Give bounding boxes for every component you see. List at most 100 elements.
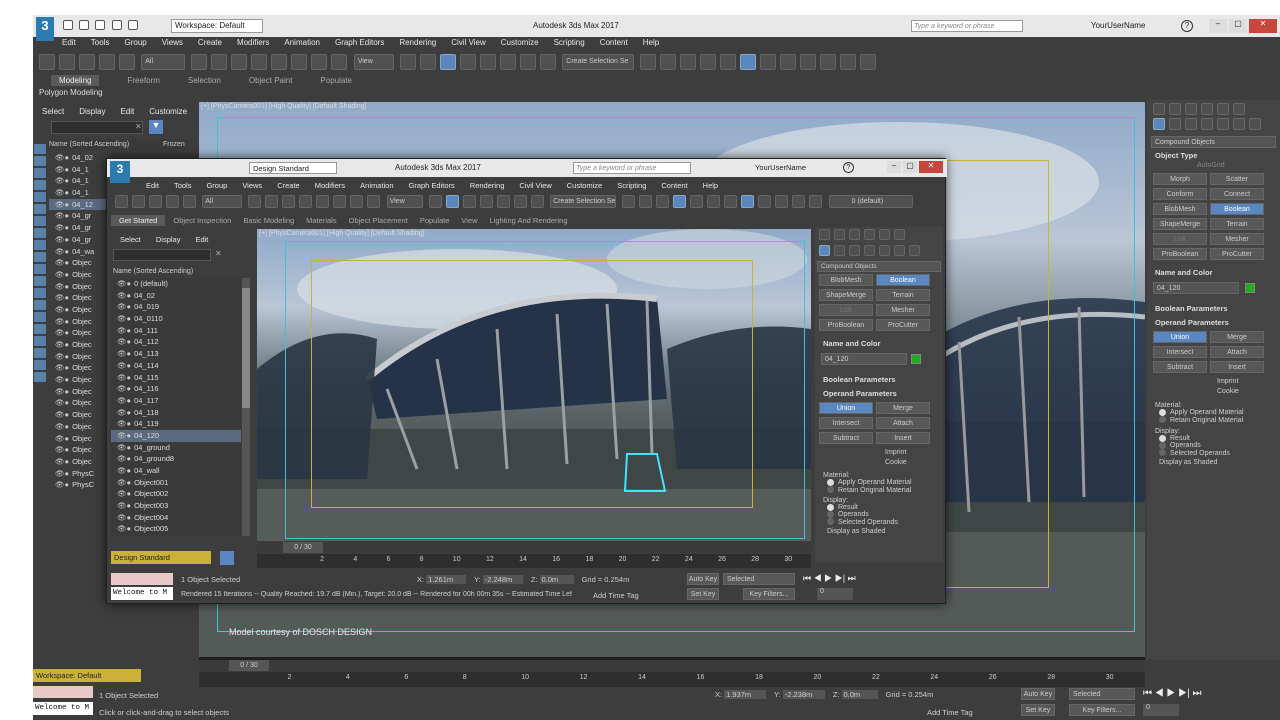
inner-viewport-label[interactable]: [+] [PhysCamera001] [High Quality] [Defa… <box>259 230 425 237</box>
inner-close-button[interactable]: ✕ <box>919 161 943 173</box>
inner-utilities-tab-icon[interactable] <box>894 229 905 240</box>
inner-list-scrollbar[interactable] <box>242 278 250 536</box>
list-item[interactable]: 👁︎● Objec <box>49 257 109 269</box>
list-item[interactable]: 👁︎● Objec <box>49 269 109 281</box>
visibility-icon[interactable]: 👁︎● <box>117 466 131 475</box>
disp-selected-radio[interactable]: Selected Operands <box>1147 449 1280 457</box>
menu-help[interactable]: Help <box>643 38 659 47</box>
visibility-icon[interactable]: 👁︎● <box>117 314 131 323</box>
inner-tab-view[interactable]: View <box>461 216 477 225</box>
inner-coord-z-field[interactable]: 0.0m <box>539 575 574 584</box>
inner-modify-tab-icon[interactable] <box>834 229 845 240</box>
place-icon[interactable] <box>331 54 348 70</box>
inner-disp-result-radio[interactable]: Result <box>815 503 943 511</box>
inner-scene-edit[interactable]: Edit <box>195 235 208 244</box>
visibility-icon[interactable]: 👁︎● <box>55 328 69 337</box>
inner-auto-key-button[interactable]: Auto Key <box>687 573 719 585</box>
connect-button[interactable]: Connect <box>1210 188 1264 200</box>
snap-icon[interactable] <box>459 54 476 70</box>
menu-group[interactable]: Group <box>124 38 146 47</box>
inner-coord-y-field[interactable]: -2.248m <box>482 575 523 584</box>
list-item[interactable]: 👁︎● 04_114 <box>111 360 241 372</box>
layer-icon[interactable] <box>34 372 46 382</box>
visibility-icon[interactable]: 👁︎● <box>117 291 131 300</box>
loft-button[interactable]: Loft <box>819 304 873 316</box>
inner-cloud-icon[interactable] <box>809 195 823 208</box>
outer-add-time-tag[interactable]: Add Time Tag <box>927 708 973 717</box>
display-lights-icon[interactable] <box>34 168 46 178</box>
boolean-params-header[interactable]: Boolean Parameters <box>1147 303 1280 315</box>
tab-modeling[interactable]: Modeling <box>51 75 100 86</box>
display-geometry-icon[interactable] <box>34 144 46 154</box>
display-helpers-icon[interactable] <box>34 192 46 202</box>
visibility-icon[interactable]: 👁︎● <box>55 258 69 267</box>
merge-button[interactable]: Merge <box>1210 331 1264 343</box>
tab-freeform[interactable]: Freeform <box>127 76 159 85</box>
inner-scroll-thumb[interactable] <box>242 288 250 408</box>
list-item[interactable]: 👁︎● 04_ground <box>111 442 241 454</box>
visibility-icon[interactable]: 👁︎● <box>55 211 69 220</box>
hierarchy-tab-icon[interactable] <box>1185 103 1197 115</box>
inner-tab-object-placement[interactable]: Object Placement <box>349 216 408 225</box>
inner-menu-modifiers[interactable]: Modifiers <box>315 181 345 190</box>
inner-menu-content[interactable]: Content <box>661 181 687 190</box>
workspace-dropdown[interactable]: Workspace: Default <box>171 19 263 33</box>
inner-tab-materials[interactable]: Materials <box>306 216 336 225</box>
inner-boolean-params-header[interactable]: Boolean Parameters <box>815 374 943 386</box>
list-item[interactable]: 👁︎● Objec <box>49 397 109 409</box>
inner-tab-get-started[interactable]: Get Started <box>111 215 166 226</box>
list-item[interactable]: 👁︎● Objec <box>49 386 109 398</box>
inner-display-shaded-checkbox[interactable]: Display as Shaded <box>815 528 943 535</box>
inner-object-color-swatch[interactable] <box>911 353 922 364</box>
display-cameras-icon[interactable] <box>34 180 46 190</box>
object-color-swatch[interactable] <box>1245 282 1256 293</box>
subcategory-dropdown[interactable]: Compound Objects <box>1151 136 1276 148</box>
menu-tools[interactable]: Tools <box>91 38 110 47</box>
spinner-snap-icon[interactable] <box>519 54 536 70</box>
curve-editor-icon[interactable] <box>720 54 737 70</box>
inner-select-icon[interactable] <box>248 195 262 208</box>
material-editor-icon[interactable] <box>760 54 777 70</box>
outer-frame-field[interactable]: 0 <box>1143 704 1179 716</box>
blobmesh-button[interactable]: BlobMesh <box>819 274 873 286</box>
name-color-header[interactable]: Name and Color <box>1147 267 1280 279</box>
inner-scene-search[interactable] <box>113 249 211 261</box>
display-frozen-icon[interactable] <box>34 264 46 274</box>
scene-menu-display[interactable]: Display <box>79 107 105 116</box>
imprint-checkbox[interactable]: Imprint <box>1147 378 1280 388</box>
inner-create-tab-icon[interactable] <box>819 229 830 240</box>
inner-prev-frame-icon[interactable]: ◀ <box>814 573 822 583</box>
display-invert-icon[interactable] <box>34 312 46 322</box>
visibility-icon[interactable]: 👁︎● <box>117 489 131 498</box>
list-item[interactable]: 👁︎● 04_1 <box>49 175 109 187</box>
visibility-icon[interactable]: 👁︎● <box>55 457 69 466</box>
shapemerge-button[interactable]: ShapeMerge <box>1153 218 1207 230</box>
list-item[interactable]: 👁︎● 04_gr <box>49 222 109 234</box>
display-none-icon[interactable] <box>34 300 46 310</box>
inner-align-icon[interactable] <box>639 195 653 208</box>
visibility-icon[interactable]: 👁︎● <box>55 282 69 291</box>
coord-z-field[interactable]: 0.0m <box>841 690 878 699</box>
visibility-icon[interactable]: 👁︎● <box>117 396 131 405</box>
inner-manipulate-icon[interactable] <box>445 195 459 208</box>
visibility-icon[interactable]: 👁︎● <box>117 454 131 463</box>
go-end-icon[interactable]: ⏭ <box>1193 688 1202 699</box>
list-item[interactable]: 👁︎● 04_117 <box>111 395 241 407</box>
mat-apply-radio[interactable]: Apply Operand Material <box>1147 409 1280 416</box>
inner-menu-animation[interactable]: Animation <box>360 181 393 190</box>
inner-menu-edit[interactable]: Edit <box>146 181 159 190</box>
systems-icon[interactable] <box>1249 118 1261 130</box>
inner-place-icon[interactable] <box>367 195 381 208</box>
inner-mirror-icon[interactable] <box>622 195 636 208</box>
named-selection-dropdown[interactable]: Create Selection Se <box>562 54 635 70</box>
list-item[interactable]: 👁︎● Objec <box>49 362 109 374</box>
union-button[interactable]: Union <box>819 402 873 414</box>
morph-button[interactable]: Morph <box>1153 173 1207 185</box>
menu-modifiers[interactable]: Modifiers <box>237 38 269 47</box>
inner-tab-object-inspection[interactable]: Object Inspection <box>173 216 231 225</box>
attach-button[interactable]: Attach <box>1210 346 1264 358</box>
inner-select-name-icon[interactable] <box>265 195 279 208</box>
inner-go-start-icon[interactable]: ⏮ <box>803 573 811 583</box>
autogrid-checkbox[interactable]: AutoGrid <box>1147 162 1280 173</box>
menu-civil-view[interactable]: Civil View <box>451 38 486 47</box>
